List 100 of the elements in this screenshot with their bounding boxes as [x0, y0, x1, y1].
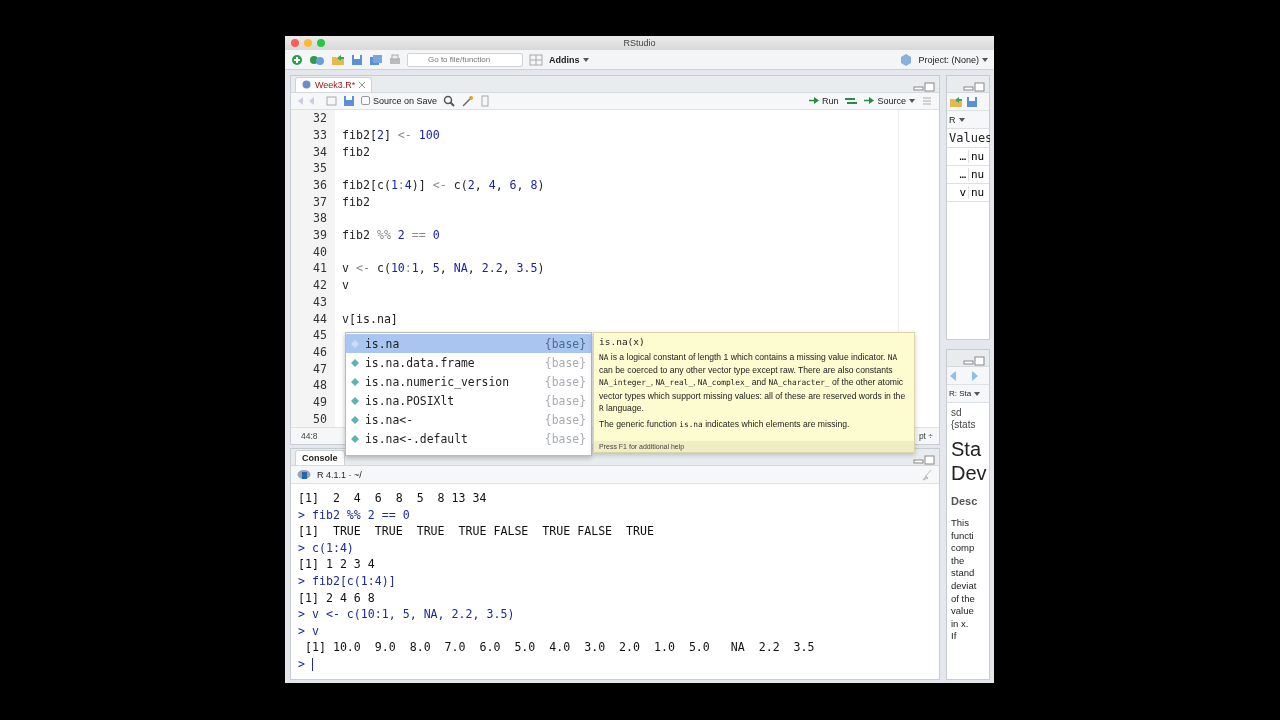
run-button[interactable]: Run: [808, 95, 839, 106]
line-number: 47: [312, 360, 328, 378]
search-icon[interactable]: [443, 94, 456, 107]
function-icon: [351, 434, 359, 443]
line-number: 35: [312, 160, 328, 178]
project-menu[interactable]: Project: (None): [918, 54, 988, 65]
variable-value: nu: [970, 150, 986, 163]
line-number: 36: [312, 177, 328, 194]
close-icon[interactable]: [359, 81, 366, 88]
console-tab[interactable]: Console: [295, 450, 345, 465]
grid-icon[interactable]: [529, 53, 543, 66]
r-logo-icon: [297, 469, 311, 480]
broom-icon[interactable]: [921, 468, 933, 481]
help-text: functi: [951, 529, 975, 542]
completion-item[interactable]: is.na<-.default {base}: [346, 429, 591, 448]
caret-icon: [958, 117, 965, 122]
save-all-icon[interactable]: [369, 53, 383, 66]
variable-value: nu: [970, 168, 986, 181]
folder-icon[interactable]: [949, 95, 963, 108]
function-icon: [351, 415, 359, 424]
print-icon[interactable]: [389, 53, 401, 66]
back-forward-icon[interactable]: [949, 369, 979, 382]
help-text: deviat: [951, 579, 978, 592]
function-signature: is.na(x): [598, 335, 646, 349]
save-icon[interactable]: [966, 95, 978, 108]
caret-icon: [582, 57, 589, 62]
minimize-maximize-icon[interactable]: [963, 82, 985, 92]
help-text: This: [951, 517, 970, 529]
save-icon[interactable]: [351, 53, 363, 66]
code-line: v: [342, 277, 350, 294]
source-on-save-checkbox[interactable]: Source on Save: [361, 95, 438, 106]
r-file-icon: [302, 80, 311, 90]
arrow-icon: [864, 97, 875, 105]
completion-item[interactable]: is.na {base}: [346, 334, 591, 353]
line-number: 43: [312, 293, 328, 311]
console-command: > fib2 %% 2 == 0: [298, 506, 411, 524]
go-to-file-field[interactable]: Go to file/function: [407, 52, 523, 67]
show-in-window-icon[interactable]: [325, 94, 337, 107]
addins-menu[interactable]: Addins: [549, 54, 589, 65]
help-text: stand: [951, 567, 976, 579]
function-icon: [351, 396, 359, 405]
caret-icon: [982, 57, 988, 62]
cursor-position: 44:8: [301, 431, 318, 442]
file-type-menu[interactable]: pt ÷: [918, 431, 933, 442]
line-number: 46: [312, 343, 328, 361]
line-number: 45: [312, 327, 328, 344]
help-text: the: [951, 554, 966, 567]
new-project-icon[interactable]: [309, 53, 325, 66]
console-command: > fib2[c(1:4)]: [298, 572, 397, 590]
line-number: 48: [312, 377, 328, 394]
line-number: 44: [312, 310, 328, 328]
code-line: fib2: [342, 193, 371, 211]
console-command: > v <- c(10:1, 5, NA, 2.2, 3.5): [298, 606, 516, 623]
completion-item[interactable]: is.na<- {base}: [346, 410, 591, 429]
console-output: [1] 1 2 3 4: [298, 556, 376, 573]
line-number: 32: [312, 110, 328, 127]
caret-icon: [909, 98, 915, 103]
file-tab[interactable]: Week3.R*: [295, 76, 373, 92]
completion-item[interactable]: is.na.numeric_version {base}: [346, 372, 591, 391]
help-text: comp: [951, 542, 976, 554]
menu-icon[interactable]: [921, 94, 933, 107]
help-text: in x.: [951, 617, 970, 630]
outline-icon[interactable]: [479, 94, 492, 107]
close-button[interactable]: [291, 39, 299, 47]
console-output: [1] 10.0 9.0 8.0 7.0 6.0 5.0 4.0 3.0 2.0 1.0 5.0 NA 2.2 3.5: [303, 639, 816, 656]
code-line: v[is.na]: [342, 310, 399, 328]
minimize-maximize-icon[interactable]: [913, 81, 935, 92]
line-number: 41: [312, 260, 328, 278]
project-icon[interactable]: [900, 53, 913, 66]
console-output: [1] 2 4 6 8: [298, 589, 376, 607]
variable-value: nu: [970, 186, 986, 199]
line-number: 34: [312, 143, 328, 161]
help-topic: {stats: [951, 419, 977, 430]
minimize-button[interactable]: [304, 39, 312, 47]
help-title: Dev: [951, 462, 985, 485]
function-icon: [351, 377, 359, 386]
code-line: fib2 %% 2 == 0: [342, 227, 441, 244]
line-number: 38: [312, 210, 328, 228]
line-number: 49: [312, 393, 328, 411]
minimize-maximize-icon[interactable]: [963, 356, 985, 366]
zoom-button[interactable]: [317, 39, 325, 47]
help-text: If: [951, 630, 958, 642]
completion-item[interactable]: is.na.data.frame {base}: [346, 353, 591, 372]
new-file-icon[interactable]: [291, 53, 303, 66]
source-button[interactable]: Source: [864, 95, 915, 106]
arrow-icon: [808, 97, 819, 105]
console-prompt: >: [298, 655, 939, 673]
console-command: > v: [298, 622, 320, 640]
function-icon: [351, 358, 359, 367]
code-line: fib2[2] <- 100: [342, 126, 441, 144]
help-text: of the: [951, 592, 976, 605]
completion-item[interactable]: is.na.POSIXlt {base}: [346, 391, 591, 410]
save-icon[interactable]: [343, 94, 355, 107]
folder-icon[interactable]: [331, 53, 345, 66]
line-number: 40: [312, 243, 328, 261]
caret-icon: [974, 391, 981, 396]
magic-wand-icon[interactable]: [461, 94, 474, 107]
console-output: [1] TRUE TRUE TRUE TRUE FALSE TRUE FALSE TRUE: [298, 523, 655, 540]
minimize-maximize-icon[interactable]: [913, 455, 935, 465]
line-number: 42: [312, 277, 328, 294]
